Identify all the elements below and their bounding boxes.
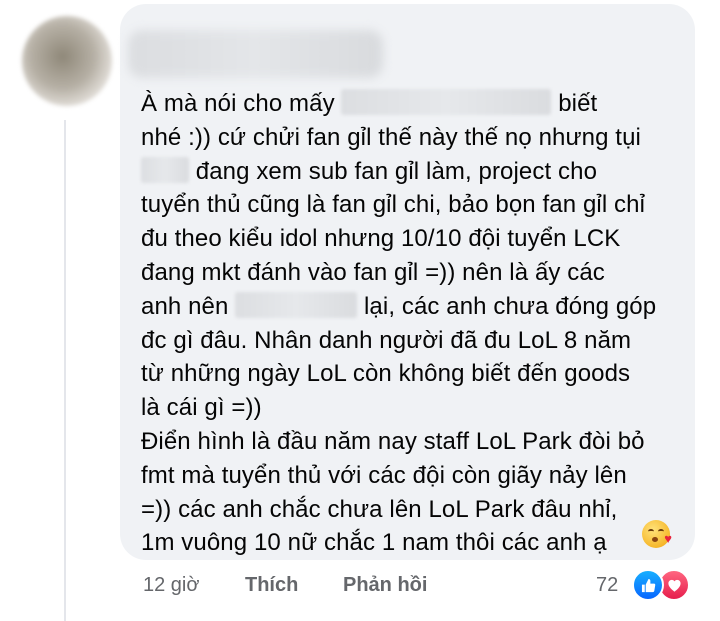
comment-text-segment: =)) các anh chắc chưa lên LoL Park đâu n… (141, 495, 618, 523)
reaction-count: 72 (596, 574, 619, 596)
comment-text-segment: Điển hình là đầu năm nay staff LoL Park … (141, 427, 645, 455)
comment-line: 1m vuông 10 nữ chắc 1 nam thôi các anh ạ (141, 526, 686, 560)
redacted-text (341, 89, 552, 115)
comment-text-segment: biết (551, 90, 598, 117)
comment-line: đc gì đâu. Nhân danh người đã đu LoL 8 n… (141, 324, 686, 358)
comment-text-segment: là cái gì =)) (141, 394, 262, 422)
comment-text-segment: fmt mà tuyển thủ với các đội còn giãy nả… (141, 461, 627, 489)
comment-text-segment: anh nên (141, 292, 236, 320)
comment-timestamp[interactable]: 12 giờ (143, 574, 199, 597)
comment-line: đang mkt đánh vào fan gỉl =)) nên là ấy … (141, 256, 686, 290)
comment-line: đang xem sub fan gỉl làm, project cho (141, 155, 686, 189)
comment-text: À mà nói cho mấy biết nhé :)) cứ chửi fan… (141, 87, 686, 560)
comment-line: À mà nói cho mấy biết (141, 87, 686, 121)
comment-text-segment: từ những ngày LoL còn không biết đến goo… (141, 360, 631, 388)
comment-line: fmt mà tuyển thủ với các đội còn giãy nả… (141, 459, 686, 493)
comment-text-segment: lại, các anh chưa đóng góp (357, 292, 657, 320)
comment-line: =)) các anh chắc chưa lên LoL Park đâu n… (141, 493, 686, 527)
comment-text-segment: tuyển thủ cũng là fan gỉl chi, bảo bọn f… (141, 191, 646, 219)
avatar[interactable] (22, 16, 112, 106)
comment-text-segment: đc gì đâu. Nhân danh người đã đu LoL 8 n… (141, 326, 632, 354)
comment-text-segment: đang mkt đánh vào fan gỉl =)) nên là ấy … (141, 258, 605, 286)
comment-line: tuyển thủ cũng là fan gỉl chi, bảo bọn f… (141, 188, 686, 222)
comment-text-segment: đang xem sub fan gỉl làm, project cho (189, 157, 598, 185)
reply-thread-line (64, 120, 66, 621)
comment-line: Điển hình là đầu năm nay staff LoL Park … (141, 425, 686, 459)
like-icon (632, 569, 664, 601)
comment-line: đu theo kiểu idol nhưng 10/10 đội tuyển … (141, 222, 686, 256)
redacted-text (141, 156, 189, 183)
comment-text-segment: nhé :)) cứ chửi fan gỉl thế này thế nọ n… (141, 123, 641, 151)
redacted-text (235, 291, 358, 318)
reactions-summary[interactable]: 72 (596, 568, 696, 602)
comment-text-segment: đu theo kiểu idol nhưng 10/10 đội tuyển … (141, 225, 621, 253)
comment-text-segment: À mà nói cho mấy (141, 90, 342, 117)
kissing-face-emoji-icon: ♥ (642, 520, 672, 548)
comment-line: từ những ngày LoL còn không biết đến goo… (141, 357, 686, 391)
comment-line: nhé :)) cứ chửi fan gỉl thế này thế nọ n… (141, 121, 686, 155)
redacted-author-name (128, 30, 383, 78)
reply-button[interactable]: Phản hồi (343, 574, 427, 597)
comment-line: anh nên lại, các anh chưa đóng góp (141, 290, 686, 324)
comment-text-segment: 1m vuông 10 nữ chắc 1 nam thôi các anh ạ (141, 529, 607, 557)
comment-line: là cái gì =)) (141, 391, 686, 425)
like-button[interactable]: Thích (245, 574, 298, 597)
